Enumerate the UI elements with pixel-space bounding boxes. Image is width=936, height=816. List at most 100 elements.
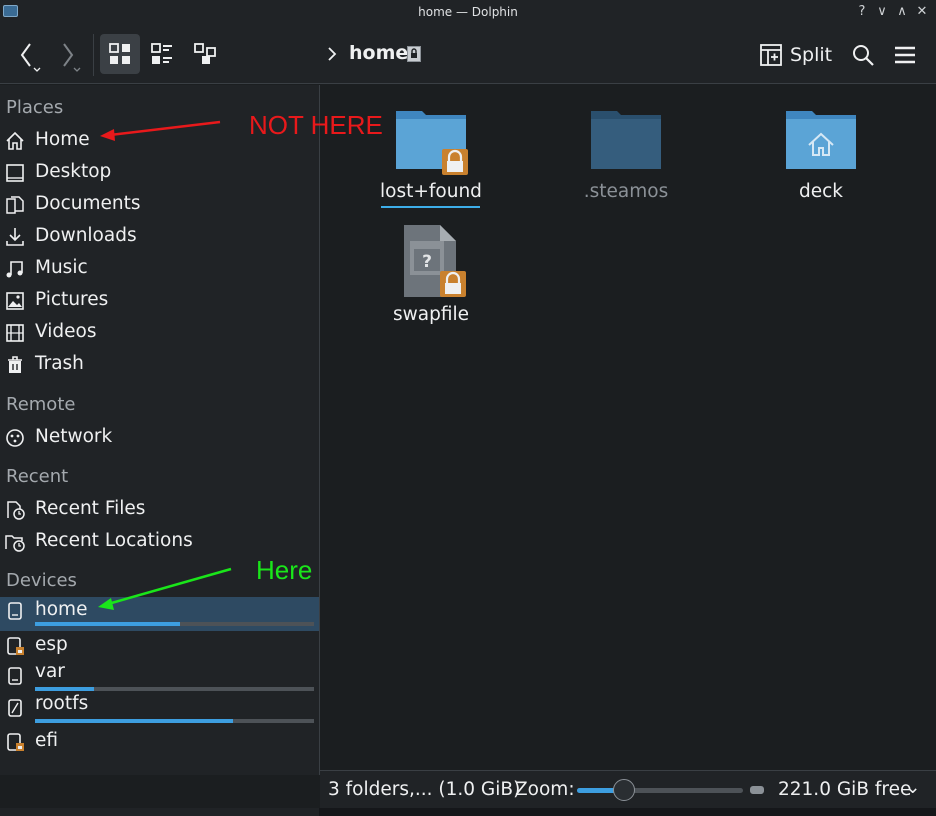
drive-icon bbox=[8, 602, 22, 620]
sidebar-item-label: esp bbox=[35, 634, 68, 655]
sidebar-item-device-var[interactable]: var bbox=[0, 661, 319, 691]
documents-icon bbox=[6, 196, 24, 214]
desktop-strip bbox=[0, 808, 936, 816]
file-item-steamos[interactable]: .steamos bbox=[551, 103, 701, 213]
toolbar-separator bbox=[93, 34, 94, 76]
forward-icon bbox=[63, 43, 81, 72]
minimize-button[interactable]: ∨ bbox=[875, 4, 889, 20]
hamburger-menu-icon bbox=[895, 46, 915, 64]
details-view-button[interactable] bbox=[147, 34, 177, 74]
videos-icon bbox=[6, 324, 24, 342]
sidebar-item-music[interactable]: Music bbox=[0, 254, 319, 284]
network-icon bbox=[6, 429, 24, 447]
split-label: Split bbox=[790, 44, 833, 66]
tree-view-icon bbox=[194, 43, 216, 64]
menu-button[interactable] bbox=[892, 40, 918, 70]
sidebar-item-label: Trash bbox=[35, 353, 84, 374]
sidebar-item-label: Videos bbox=[35, 321, 97, 342]
forward-button[interactable] bbox=[56, 38, 86, 72]
locked-drive-icon bbox=[7, 733, 24, 751]
zoom-slider-handle[interactable] bbox=[613, 779, 635, 801]
capacity-bar-var bbox=[35, 687, 314, 691]
drive-icon bbox=[8, 667, 22, 685]
zoom-slider[interactable] bbox=[577, 788, 743, 793]
breadcrumb-current[interactable]: home bbox=[349, 42, 408, 64]
capacity-fill-var bbox=[35, 687, 94, 691]
back-icon bbox=[20, 43, 41, 72]
details-view-icon bbox=[151, 43, 172, 64]
locked-folder-icon bbox=[396, 111, 468, 175]
sidebar-item-device-esp[interactable]: esp bbox=[0, 631, 319, 661]
music-icon bbox=[6, 261, 23, 278]
chevron-down-icon[interactable]: ⌄ bbox=[905, 777, 921, 798]
file-item-deck[interactable]: deck bbox=[746, 103, 896, 213]
close-button[interactable]: ✕ bbox=[915, 4, 929, 20]
sidebar-item-downloads[interactable]: Downloads bbox=[0, 222, 319, 252]
sidebar-item-pictures[interactable]: Pictures bbox=[0, 286, 319, 316]
file-item-swapfile[interactable]: ? swapfile bbox=[356, 223, 506, 333]
sidebar-item-label: var bbox=[35, 661, 65, 682]
capacity-bar-rootfs bbox=[35, 719, 314, 723]
sidebar-item-recent-files[interactable]: Recent Files bbox=[0, 495, 319, 525]
sidebar-item-label: efi bbox=[35, 730, 59, 751]
chevron-right-icon bbox=[328, 47, 337, 61]
recent-locations-icon bbox=[5, 535, 25, 552]
pictures-icon bbox=[6, 292, 24, 310]
sidebar-item-label: home bbox=[35, 599, 88, 620]
section-header-places: Places bbox=[6, 97, 64, 118]
hidden-folder-icon bbox=[591, 111, 661, 169]
rootfs-drive-icon bbox=[8, 699, 22, 717]
file-view[interactable]: lost+found .steamos deck ? swapfile bbox=[320, 85, 936, 770]
sidebar-item-trash[interactable]: Trash bbox=[0, 350, 319, 380]
maximize-button[interactable]: ∧ bbox=[895, 4, 909, 20]
split-button[interactable]: Split bbox=[760, 40, 832, 70]
home-folder-icon bbox=[786, 111, 856, 169]
section-header-recent: Recent bbox=[6, 466, 69, 487]
downloads-icon bbox=[6, 228, 24, 246]
annotation-not-here: NOT HERE bbox=[249, 110, 383, 140]
lock-icon bbox=[407, 46, 421, 66]
capacity-fill-home bbox=[35, 622, 181, 626]
sidebar-item-label: Documents bbox=[35, 193, 141, 214]
icons-view-icon bbox=[109, 43, 130, 64]
sidebar-item-device-rootfs[interactable]: rootfs bbox=[0, 693, 319, 723]
sidebar-item-label: rootfs bbox=[35, 693, 89, 714]
sidebar-item-device-home[interactable]: home bbox=[0, 597, 319, 631]
sidebar-item-device-efi[interactable]: efi bbox=[0, 727, 319, 757]
sidebar-item-documents[interactable]: Documents bbox=[0, 190, 319, 220]
places-panel: Places Home Desktop Documents Downloads … bbox=[0, 85, 319, 775]
focus-underline bbox=[381, 206, 480, 208]
window-title: home — Dolphin bbox=[418, 5, 518, 19]
file-name: lost+found bbox=[380, 181, 482, 202]
sidebar-item-recent-locations[interactable]: Recent Locations bbox=[0, 527, 319, 557]
locked-unknown-file-icon: ? bbox=[404, 225, 466, 297]
svg-text:?: ? bbox=[422, 252, 432, 272]
annotation-here: Here bbox=[256, 555, 313, 585]
search-icon bbox=[853, 45, 874, 66]
trash-icon bbox=[8, 356, 22, 373]
status-bar: 3 folders,... (1.0 GiB) Zoom: 221.0 GiB … bbox=[320, 770, 936, 808]
capacity-bar-home bbox=[35, 622, 314, 626]
toolbar: home Split bbox=[0, 26, 936, 84]
sidebar-item-videos[interactable]: Videos bbox=[0, 318, 319, 348]
sidebar-footer bbox=[0, 808, 319, 816]
capacity-fill-rootfs bbox=[35, 719, 234, 723]
free-space-label[interactable]: 221.0 GiB free bbox=[778, 779, 911, 800]
status-summary: 3 folders,... (1.0 GiB) bbox=[328, 779, 521, 800]
sidebar-item-label: Pictures bbox=[35, 289, 109, 310]
recent-files-icon bbox=[7, 501, 25, 520]
search-button[interactable] bbox=[850, 40, 876, 70]
locked-drive-icon bbox=[7, 637, 24, 655]
icons-view-button[interactable] bbox=[100, 34, 140, 74]
sidebar-item-desktop[interactable]: Desktop bbox=[0, 158, 319, 188]
sidebar-item-label: Downloads bbox=[35, 225, 137, 246]
desktop-icon bbox=[6, 164, 24, 182]
title-bar: home — Dolphin ? ∨ ∧ ✕ bbox=[0, 0, 936, 26]
free-space-bar bbox=[750, 786, 764, 794]
sidebar-item-network[interactable]: Network bbox=[0, 423, 319, 453]
tree-view-button[interactable] bbox=[190, 34, 220, 74]
help-button[interactable]: ? bbox=[855, 4, 869, 20]
file-name: .steamos bbox=[583, 181, 669, 202]
back-button[interactable] bbox=[14, 38, 44, 72]
breadcrumb-chevron[interactable] bbox=[326, 44, 338, 68]
